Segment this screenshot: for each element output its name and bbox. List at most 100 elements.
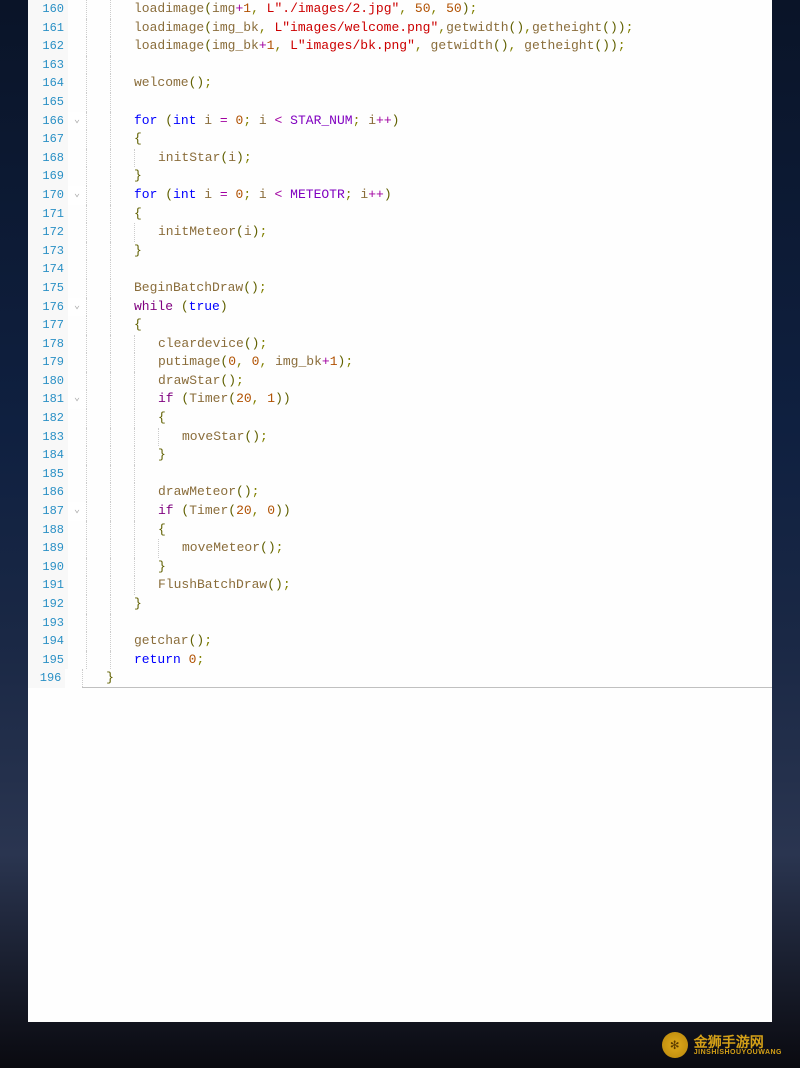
code-content[interactable]: moveMeteor(); (86, 539, 283, 558)
code-line[interactable]: 182{ (28, 409, 772, 428)
code-content[interactable]: welcome(); (86, 74, 212, 93)
code-line[interactable]: 183moveStar(); (28, 428, 772, 447)
code-line[interactable]: 173} (28, 242, 772, 261)
code-content[interactable] (86, 56, 134, 75)
code-content[interactable]: getchar(); (86, 632, 212, 651)
code-line[interactable]: 163 (28, 56, 772, 75)
code-content[interactable]: } (86, 595, 142, 614)
code-content[interactable]: loadimage(img_bk, L"images/welcome.png",… (86, 19, 633, 38)
fold-toggle-icon[interactable]: ⌄ (68, 298, 86, 317)
line-number: 192 (28, 595, 68, 614)
code-content[interactable]: initStar(i); (86, 149, 252, 168)
code-content[interactable]: } (86, 558, 166, 577)
fold-toggle-icon[interactable]: ⌄ (68, 186, 86, 205)
token-bool: true (189, 298, 220, 317)
code-content[interactable]: { (86, 521, 166, 540)
fold-toggle-icon[interactable]: ⌄ (68, 502, 86, 521)
code-content[interactable]: { (86, 205, 142, 224)
code-content[interactable] (86, 93, 134, 112)
token-num: 0 (252, 353, 260, 372)
indent-guide (86, 279, 110, 298)
code-line[interactable]: 162loadimage(img_bk+1, L"images/bk.png",… (28, 37, 772, 56)
code-line[interactable]: 188{ (28, 521, 772, 540)
code-content[interactable]: cleardevice(); (86, 335, 267, 354)
token-paren: ( (236, 223, 244, 242)
indent-guide (110, 149, 134, 168)
code-line[interactable]: 166⌄for (int i = 0; i < STAR_NUM; i++) (28, 112, 772, 131)
code-content[interactable]: { (86, 316, 142, 335)
code-line[interactable]: 161loadimage(img_bk, L"images/welcome.pn… (28, 19, 772, 38)
indent-guide (134, 502, 158, 521)
indent-guide (134, 223, 158, 242)
code-area[interactable]: 160loadimage(img+1, L"./images/2.jpg", 5… (28, 0, 772, 688)
token-id: loadimage (134, 37, 204, 56)
code-content[interactable]: BeginBatchDraw(); (86, 279, 267, 298)
code-content[interactable]: loadimage(img+1, L"./images/2.jpg", 50, … (86, 0, 477, 19)
code-content[interactable]: putimage(0, 0, img_bk+1); (86, 353, 353, 372)
code-content[interactable]: } (86, 446, 166, 465)
code-line[interactable]: 187⌄if (Timer(20, 0)) (28, 502, 772, 521)
code-content[interactable]: { (86, 130, 142, 149)
code-line[interactable]: 160loadimage(img+1, L"./images/2.jpg", 5… (28, 0, 772, 19)
code-content[interactable]: drawMeteor(); (86, 483, 259, 502)
code-line[interactable]: 175BeginBatchDraw(); (28, 279, 772, 298)
code-line[interactable]: 177{ (28, 316, 772, 335)
code-line[interactable]: 181⌄if (Timer(20, 1)) (28, 390, 772, 409)
code-line[interactable]: 185 (28, 465, 772, 484)
token-paren: } (106, 669, 114, 688)
code-content[interactable]: moveStar(); (86, 428, 268, 447)
code-content[interactable]: } (82, 669, 772, 689)
indent-guide (110, 521, 134, 540)
code-line[interactable]: 167 { (28, 130, 772, 149)
code-line[interactable]: 195return 0; (28, 651, 772, 670)
code-content[interactable] (86, 614, 134, 633)
token-id: getchar (134, 632, 189, 651)
code-content[interactable] (86, 260, 134, 279)
code-content[interactable]: return 0; (86, 651, 204, 670)
code-line[interactable]: 189moveMeteor(); (28, 539, 772, 558)
code-line[interactable]: 190} (28, 558, 772, 577)
code-line[interactable]: 165 (28, 93, 772, 112)
code-line[interactable]: 174 (28, 260, 772, 279)
code-line[interactable]: 178cleardevice(); (28, 335, 772, 354)
token-punct: ; (204, 632, 212, 651)
code-line[interactable]: 170⌄for (int i = 0; i < METEOTR; i++) (28, 186, 772, 205)
code-line[interactable]: 176⌄while (true) (28, 298, 772, 317)
fold-toggle-icon[interactable]: ⌄ (68, 112, 86, 131)
code-content[interactable]: for (int i = 0; i < METEOTR; i++) (86, 186, 392, 205)
code-line[interactable]: 164welcome(); (28, 74, 772, 93)
code-line[interactable]: 180drawStar(); (28, 372, 772, 391)
code-line[interactable]: 196} (28, 669, 772, 688)
token-op: = (220, 112, 228, 131)
token-id: moveMeteor (182, 539, 260, 558)
code-line[interactable]: 171{ (28, 205, 772, 224)
code-line[interactable]: 186drawMeteor(); (28, 483, 772, 502)
line-number: 167 (28, 130, 68, 149)
code-line[interactable]: 194 getchar(); (28, 632, 772, 651)
code-editor-panel[interactable]: 160loadimage(img+1, L"./images/2.jpg", 5… (28, 0, 772, 1022)
line-number: 194 (28, 632, 68, 651)
code-line[interactable]: 179putimage(0, 0, img_bk+1); (28, 353, 772, 372)
code-content[interactable]: } (86, 242, 142, 261)
code-content[interactable] (86, 465, 158, 484)
code-line[interactable]: 172initMeteor(i); (28, 223, 772, 242)
fold-toggle-icon[interactable]: ⌄ (68, 390, 86, 409)
token-paren: () (220, 372, 236, 391)
code-content[interactable]: initMeteor(i); (86, 223, 267, 242)
code-line[interactable]: 168initStar(i); (28, 149, 772, 168)
code-content[interactable]: while (true) (86, 298, 228, 317)
code-line[interactable]: 184} (28, 446, 772, 465)
code-content[interactable]: for (int i = 0; i < STAR_NUM; i++) (86, 112, 399, 131)
code-content[interactable]: if (Timer(20, 1)) (86, 390, 291, 409)
code-line[interactable]: 193 (28, 614, 772, 633)
code-content[interactable]: drawStar(); (86, 372, 244, 391)
token-punct: ; (244, 149, 252, 168)
code-line[interactable]: 169} (28, 167, 772, 186)
code-line[interactable]: 192} (28, 595, 772, 614)
code-line[interactable]: 191FlushBatchDraw(); (28, 576, 772, 595)
code-content[interactable]: { (86, 409, 166, 428)
code-content[interactable]: } (86, 167, 142, 186)
code-content[interactable]: loadimage(img_bk+1, L"images/bk.png", ge… (86, 37, 626, 56)
code-content[interactable]: if (Timer(20, 0)) (86, 502, 291, 521)
code-content[interactable]: FlushBatchDraw(); (86, 576, 291, 595)
